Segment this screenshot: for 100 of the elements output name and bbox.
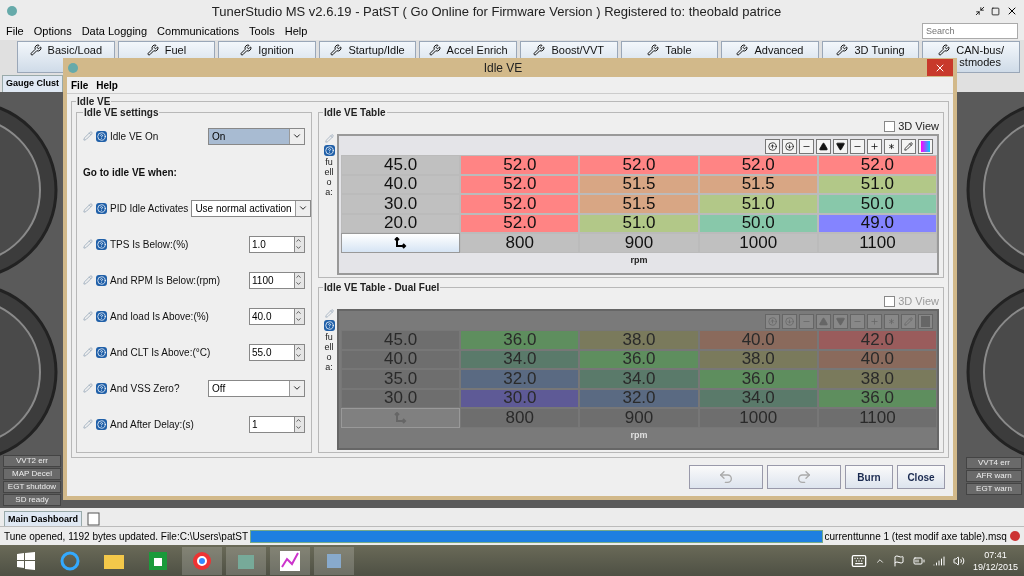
help-icon[interactable] bbox=[323, 320, 335, 331]
rpm-axis-cell[interactable]: 900 bbox=[579, 233, 699, 253]
help-icon[interactable] bbox=[96, 418, 107, 430]
window-title: TunerStudio MS v2.6.19 - PatST ( Go Online for Firmware Version ) Registered to: theobald patrice bbox=[210, 3, 783, 19]
corner-arrow-icon[interactable] bbox=[393, 236, 408, 249]
flag-icon[interactable] bbox=[892, 554, 905, 567]
table-cell[interactable]: 50.0 bbox=[817, 194, 937, 214]
help-icon[interactable] bbox=[323, 145, 335, 156]
dropdown[interactable]: Off bbox=[208, 379, 305, 397]
table-cell[interactable]: 52.0 bbox=[460, 194, 580, 214]
checkbox-label: 3D View bbox=[898, 295, 939, 307]
wrench-icon[interactable] bbox=[533, 44, 546, 56]
help-icon[interactable] bbox=[96, 310, 107, 322]
help-icon[interactable] bbox=[96, 130, 107, 142]
number-field[interactable]: 55.0 bbox=[249, 343, 295, 361]
menu-item[interactable]: Help bbox=[284, 25, 308, 37]
spinner-arrows[interactable] bbox=[295, 307, 305, 325]
rpm-axis-cell[interactable]: 1000 bbox=[698, 233, 818, 253]
setting-label: And VSS Zero? bbox=[110, 382, 181, 394]
wrench-icon[interactable] bbox=[736, 44, 749, 56]
indicator-light: SD ready bbox=[3, 494, 61, 506]
menu-item[interactable]: Help bbox=[96, 79, 118, 91]
circle-logo-icon[interactable] bbox=[182, 546, 222, 575]
checkbox[interactable] bbox=[884, 120, 896, 132]
rpm-axis-cell[interactable]: 1100 bbox=[817, 233, 937, 253]
maximize-icon[interactable] bbox=[991, 6, 1000, 16]
number-field[interactable]: 1.0 bbox=[249, 235, 295, 253]
spinner-arrows[interactable] bbox=[295, 235, 305, 253]
new-tab-icon[interactable] bbox=[86, 512, 102, 526]
spinner-arrows[interactable] bbox=[295, 343, 305, 361]
table-cell[interactable]: 36.0 bbox=[698, 369, 818, 389]
table-cell[interactable]: 51.5 bbox=[579, 174, 699, 194]
number-field[interactable]: 40.0 bbox=[249, 307, 295, 325]
clock-date[interactable]: 19/12/2015 bbox=[972, 560, 1018, 573]
tab[interactable]: Main Dashboard bbox=[4, 511, 82, 526]
wrench-icon[interactable] bbox=[330, 44, 343, 56]
number-field[interactable]: 1100 bbox=[249, 271, 295, 289]
dialog-button[interactable]: Burn bbox=[845, 465, 893, 489]
clock-time[interactable]: 07:41 bbox=[984, 548, 1007, 561]
dropdown[interactable]: On bbox=[208, 127, 305, 145]
load-axis-cell[interactable]: 45.0 bbox=[341, 155, 461, 175]
chart-icon[interactable] bbox=[270, 546, 310, 575]
axis-label: fuelloa: bbox=[324, 158, 334, 198]
wrench-icon[interactable] bbox=[938, 44, 951, 56]
menu-item[interactable]: File bbox=[6, 25, 24, 37]
table-cell[interactable]: 52.0 bbox=[460, 155, 580, 175]
table-cell[interactable]: 52.0 bbox=[579, 155, 699, 175]
help-icon[interactable] bbox=[96, 238, 107, 250]
help-icon[interactable] bbox=[96, 202, 107, 214]
table-cell[interactable]: 52.0 bbox=[698, 155, 818, 175]
wrench-icon[interactable] bbox=[240, 44, 253, 56]
number-field[interactable]: 1 bbox=[249, 415, 295, 433]
wrench-icon[interactable] bbox=[428, 44, 441, 56]
table-cell[interactable]: 51.5 bbox=[579, 194, 699, 214]
wrench-icon[interactable] bbox=[146, 44, 159, 56]
help-icon[interactable] bbox=[96, 346, 107, 358]
menu-item[interactable]: File bbox=[71, 79, 89, 91]
status-message: Tune opened, 1192 bytes updated. File:C:\Users\patST bbox=[4, 530, 249, 542]
table-cell[interactable]: 36.0 bbox=[460, 330, 580, 350]
panel-title: Idle VE bbox=[76, 96, 112, 107]
close-icon[interactable] bbox=[1006, 5, 1018, 17]
panel-title: Idle VE Table - Dual Fuel bbox=[323, 282, 441, 293]
load-axis-cell[interactable]: 30.0 bbox=[341, 194, 461, 214]
battery-icon[interactable] bbox=[912, 554, 925, 567]
table-cell[interactable]: 51.0 bbox=[698, 194, 818, 214]
axis-label: rpm bbox=[629, 253, 649, 267]
app-icon bbox=[6, 5, 18, 17]
file-name: currenttunne 1 (test modif axe table).msq bbox=[824, 530, 1007, 542]
rpm-axis-cell[interactable]: 800 bbox=[460, 233, 580, 253]
tab[interactable]: Gauge Clust bbox=[2, 75, 63, 92]
indicator-light: VVT2 err bbox=[3, 455, 61, 467]
wrench-icon[interactable] bbox=[647, 44, 660, 56]
help-icon[interactable] bbox=[96, 274, 107, 286]
spinner-arrows[interactable] bbox=[295, 415, 305, 433]
load-axis-cell[interactable]: 40.0 bbox=[341, 174, 461, 194]
wrench-icon[interactable] bbox=[836, 44, 849, 56]
close-button[interactable] bbox=[927, 59, 953, 76]
checkbox[interactable] bbox=[884, 295, 896, 307]
spinner-arrows[interactable] bbox=[295, 271, 305, 289]
help-icon[interactable] bbox=[96, 382, 107, 394]
wrench-icon[interactable] bbox=[29, 44, 42, 56]
dialog-button[interactable]: Close bbox=[897, 465, 945, 489]
section-heading: Go to idle VE when: bbox=[83, 166, 178, 178]
minimize-icon[interactable] bbox=[975, 6, 985, 16]
table-cell[interactable]: 51.0 bbox=[579, 213, 699, 233]
menu-item[interactable]: Data Logging bbox=[81, 25, 148, 37]
setting-label: And load Is Above:(%) bbox=[110, 310, 210, 322]
menu-item[interactable]: Tools bbox=[249, 25, 275, 37]
table-cell[interactable]: 36.0 bbox=[579, 349, 699, 369]
menu-item[interactable]: Options bbox=[33, 25, 72, 37]
table-cell[interactable]: 52.0 bbox=[817, 155, 937, 175]
keyboard-icon[interactable] bbox=[850, 552, 867, 569]
table-cell[interactable]: 52.0 bbox=[460, 174, 580, 194]
indicator-light: EGT warn bbox=[966, 483, 1022, 495]
menu-item[interactable]: Communications bbox=[157, 25, 240, 37]
dropdown[interactable]: Use normal activation bbox=[191, 199, 311, 217]
table-cell[interactable]: 52.0 bbox=[460, 213, 580, 233]
speaker-icon[interactable] bbox=[952, 554, 965, 567]
load-axis-cell[interactable]: 20.0 bbox=[341, 213, 461, 233]
search-field[interactable]: Search bbox=[922, 23, 1018, 39]
